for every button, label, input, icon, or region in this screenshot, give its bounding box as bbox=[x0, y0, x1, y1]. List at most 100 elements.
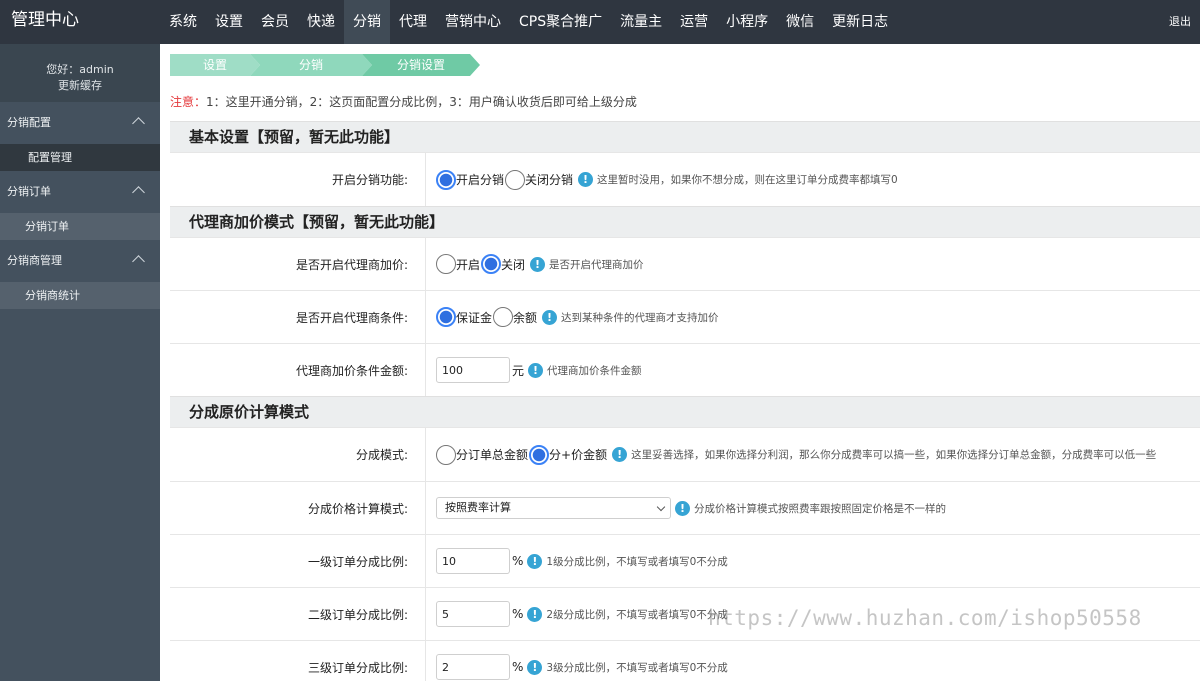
top-menu: 系统 设置 会员 快递 分销 代理 营销中心 CPS聚合推广 流量主 运营 小程… bbox=[160, 0, 897, 44]
chevron-down-icon bbox=[656, 502, 666, 512]
radio-checked-icon bbox=[436, 307, 456, 327]
tip-text: 分成价格计算模式按照费率跟按照固定价格是不一样的 bbox=[694, 502, 946, 515]
sidebar-item-distributor-stats[interactable]: 分销商统计 bbox=[0, 282, 160, 309]
info-icon: ! bbox=[527, 553, 543, 569]
topnav-item-marketing[interactable]: 营销中心 bbox=[436, 0, 510, 44]
radio-label: 开启 bbox=[456, 257, 481, 272]
sidebar-group-distribution-orders[interactable]: 分销订单 bbox=[0, 171, 160, 213]
help-tip: ! 代理商加价条件金额 bbox=[528, 362, 642, 378]
radio-label: 余额 bbox=[513, 310, 538, 325]
radio-enable-distribution[interactable]: 开启分销 bbox=[436, 169, 505, 190]
help-tip: ! 这里暂时没用，如果你不想分成，则在这里订单分成费率都填写0 bbox=[578, 172, 898, 187]
agent-amount-input[interactable] bbox=[436, 357, 510, 383]
sidebar-group-label: 分销订单 bbox=[7, 185, 51, 198]
radio-checked-icon bbox=[481, 254, 502, 274]
field-label: 开启分销功能: bbox=[170, 153, 426, 206]
radio-disable-distribution[interactable]: 关闭分销 bbox=[505, 169, 574, 190]
notice-text: 注意：1：这里开通分销，2：这页面配置分成比例，3：用户确认收货后即可给上级分成 bbox=[170, 93, 637, 110]
radio-order-total[interactable]: 分订单总金额 bbox=[436, 444, 529, 465]
info-icon: ! bbox=[527, 659, 543, 675]
topnav-item-members[interactable]: 会员 bbox=[252, 0, 298, 44]
chevron-up-icon bbox=[132, 186, 145, 199]
topnav-item-traffic[interactable]: 流量主 bbox=[611, 0, 671, 44]
info-icon: ! bbox=[527, 606, 543, 622]
chevron-up-icon bbox=[132, 117, 145, 130]
topnav-item-miniprogram[interactable]: 小程序 bbox=[717, 0, 777, 44]
tip-text: 3级分成比例，不填写或者填写0不分成 bbox=[546, 661, 728, 674]
sidebar-item-config-manage[interactable]: 配置管理 bbox=[0, 144, 160, 171]
breadcrumb-settings[interactable]: 设置 bbox=[170, 54, 260, 76]
info-icon: ! bbox=[675, 500, 690, 516]
level2-ratio-input[interactable] bbox=[436, 601, 510, 627]
tip-text: 达到某种条件的代理商才支持加价 bbox=[561, 311, 719, 324]
row-level3-ratio: 三级订单分成比例: % !3级分成比例，不填写或者填写0不分成 bbox=[170, 640, 1200, 681]
topnav-item-system[interactable]: 系统 bbox=[160, 0, 206, 44]
topnav-item-agent[interactable]: 代理 bbox=[390, 0, 436, 44]
unit-label: % bbox=[512, 660, 524, 674]
radio-balance[interactable]: 余额 bbox=[493, 307, 537, 327]
topnav-item-settings[interactable]: 设置 bbox=[206, 0, 252, 44]
row-agent-condition: 是否开启代理商条件: 保证金 余额 ! 达到某种条件的代理商才支持加价 bbox=[170, 290, 1200, 343]
info-icon: ! bbox=[542, 309, 558, 325]
field-label: 是否开启代理商加价: bbox=[170, 238, 426, 290]
topnav-item-changelog[interactable]: 更新日志 bbox=[823, 0, 897, 44]
refresh-cache-link[interactable]: 更新缓存 bbox=[0, 78, 160, 94]
user-box: 您好：admin 更新缓存 bbox=[0, 44, 160, 102]
topnav-item-distribution[interactable]: 分销 bbox=[344, 0, 390, 44]
unit-label: 元 bbox=[512, 363, 525, 378]
info-icon: ! bbox=[528, 362, 544, 378]
select-value: 按照费率计算 bbox=[445, 501, 511, 514]
radio-label: 关闭分销 bbox=[525, 173, 574, 187]
row-level1-ratio: 一级订单分成比例: % !1级分成比例，不填写或者填写0不分成 bbox=[170, 534, 1200, 587]
topnav-item-operations[interactable]: 运营 bbox=[671, 0, 717, 44]
sidebar-group-distribution-config[interactable]: 分销配置 bbox=[0, 102, 160, 144]
price-calc-select[interactable]: 按照费率计算 bbox=[436, 497, 671, 519]
radio-label: 关闭 bbox=[501, 257, 526, 272]
radio-markup-amount[interactable]: 分+价金额 bbox=[529, 444, 608, 465]
info-icon: ! bbox=[612, 447, 628, 462]
level1-ratio-input[interactable] bbox=[436, 548, 510, 574]
field-label: 是否开启代理商条件: bbox=[170, 291, 426, 343]
help-tip: ! 是否开启代理商加价 bbox=[530, 256, 644, 272]
topnav-item-wechat[interactable]: 微信 bbox=[777, 0, 823, 44]
radio-label: 分+价金额 bbox=[549, 448, 608, 462]
topnav-item-express[interactable]: 快递 bbox=[298, 0, 344, 44]
row-agent-amount: 代理商加价条件金额: 元 !代理商加价条件金额 bbox=[170, 343, 1200, 396]
sidebar-group-distributor-manage[interactable]: 分销商管理 bbox=[0, 240, 160, 282]
help-tip: ! 分成价格计算模式按照费率跟按照固定价格是不一样的 bbox=[675, 500, 946, 516]
radio-label: 分订单总金额 bbox=[456, 448, 529, 462]
radio-checked-icon bbox=[529, 444, 550, 465]
row-commission-mode: 分成模式: 分订单总金额 分+价金额 ! 这里妥善选择，如果你选择分利润，那么你分… bbox=[170, 427, 1200, 481]
breadcrumb-distribution-settings[interactable]: 分销设置 bbox=[362, 54, 480, 76]
level3-ratio-input[interactable] bbox=[436, 654, 510, 680]
tip-text: 2级分成比例，不填写或者填写0不分成 bbox=[546, 608, 728, 621]
field-label: 一级订单分成比例: bbox=[170, 535, 426, 587]
breadcrumb-distribution[interactable]: 分销 bbox=[250, 54, 372, 76]
tip-text: 是否开启代理商加价 bbox=[549, 258, 644, 271]
info-icon: ! bbox=[578, 172, 594, 187]
section-agent-title: 代理商加价模式【预留，暂无此功能】 bbox=[170, 206, 1200, 237]
notice-label: 注意： bbox=[170, 95, 207, 109]
help-tip: ! 1级分成比例，不填写或者填写0不分成 bbox=[527, 553, 728, 569]
row-agent-markup: 是否开启代理商加价: 开启 关闭 ! 是否开启代理商加价 bbox=[170, 237, 1200, 290]
section-basic-title: 基本设置【预留，暂无此功能】 bbox=[170, 121, 1200, 152]
sidebar-item-distribution-orders[interactable]: 分销订单 bbox=[0, 213, 160, 240]
radio-agent-markup-on[interactable]: 开启 bbox=[436, 254, 480, 274]
logout-link[interactable]: 退出 bbox=[1169, 0, 1191, 44]
radio-deposit[interactable]: 保证金 bbox=[436, 307, 492, 327]
radio-checked-icon bbox=[436, 169, 456, 190]
radio-unchecked-icon bbox=[493, 307, 514, 327]
radio-unchecked-icon bbox=[436, 444, 456, 465]
radio-label: 开启分销 bbox=[456, 173, 505, 187]
row-enable-distribution: 开启分销功能: 开启分销 关闭分销 ! 这里暂时没用，如果你不想分成，则在这里订单… bbox=[170, 152, 1200, 206]
row-level2-ratio: 二级订单分成比例: % !2级分成比例，不填写或者填写0不分成 bbox=[170, 587, 1200, 640]
tip-text: 这里暂时没用，如果你不想分成，则在这里订单分成费率都填写0 bbox=[597, 174, 898, 186]
sidebar-group-label: 分销配置 bbox=[7, 116, 51, 129]
help-tip: ! 2级分成比例，不填写或者填写0不分成 bbox=[527, 606, 728, 622]
radio-unchecked-icon bbox=[505, 169, 526, 190]
app-title: 管理中心 bbox=[11, 10, 79, 30]
tip-text: 代理商加价条件金额 bbox=[547, 364, 642, 377]
radio-agent-markup-off[interactable]: 关闭 bbox=[481, 254, 525, 274]
topnav-item-cps[interactable]: CPS聚合推广 bbox=[510, 0, 611, 44]
greeting: 您好：admin bbox=[46, 63, 114, 76]
